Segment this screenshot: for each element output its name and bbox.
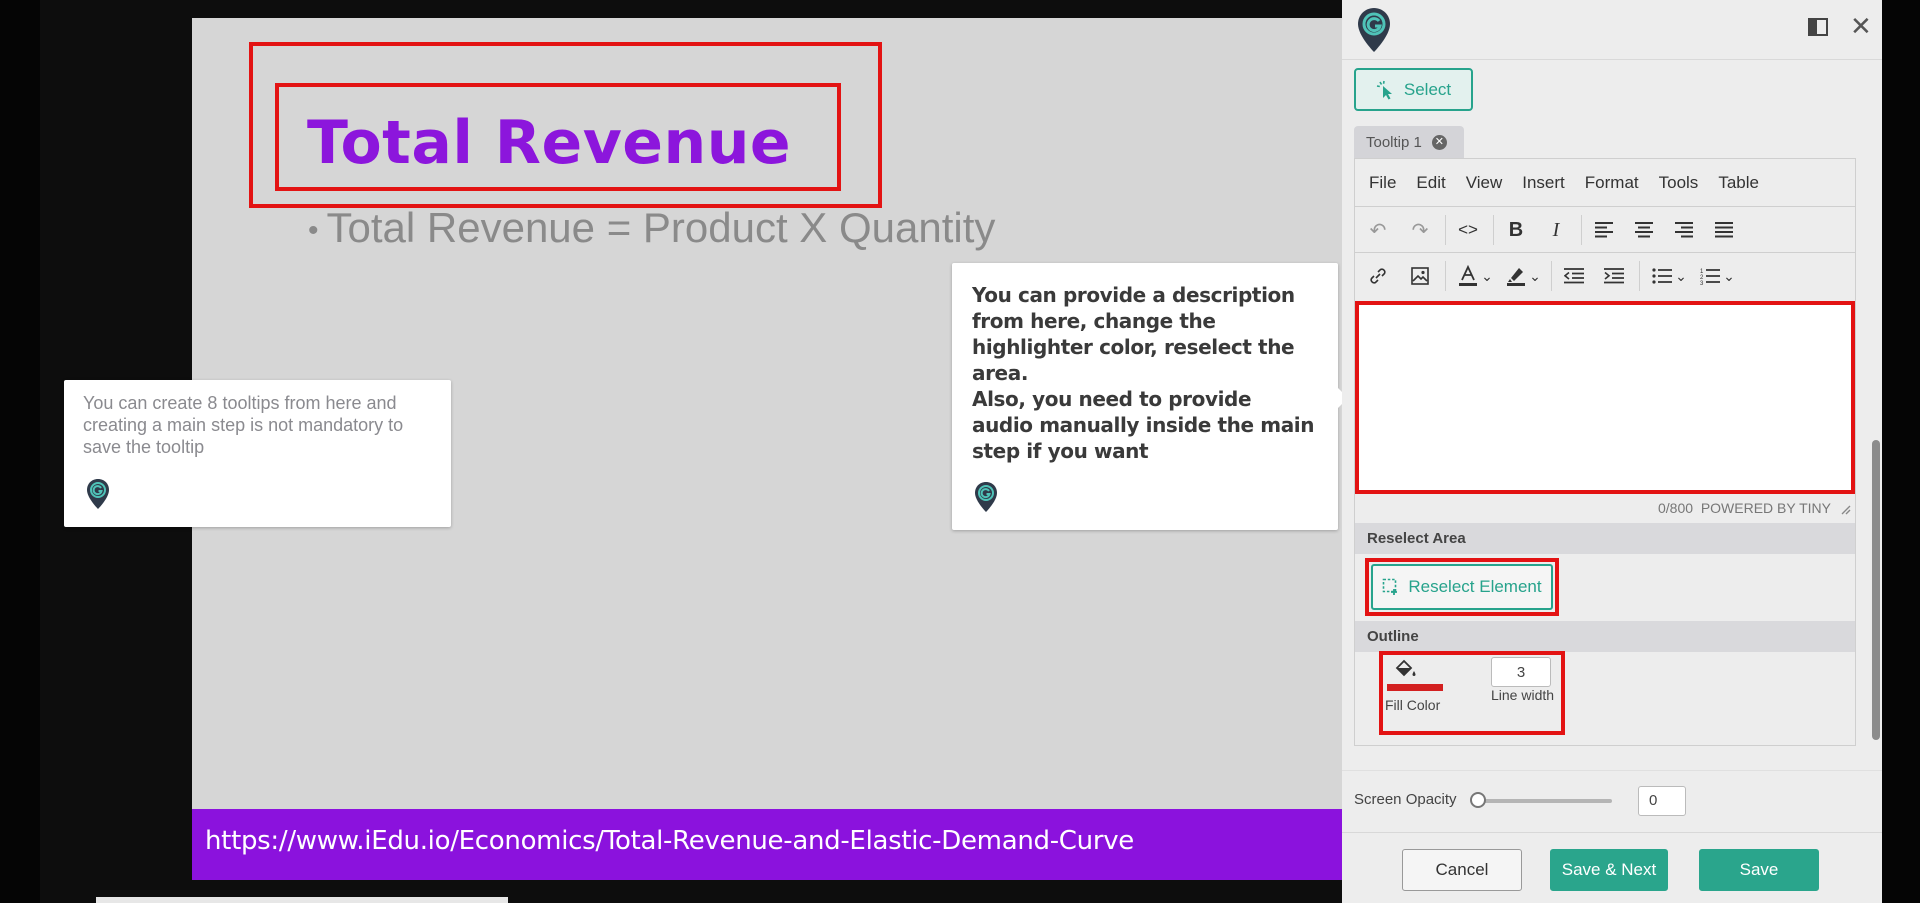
close-icon[interactable]: ✕: [1850, 13, 1872, 39]
editor-toolbar-row-2: ⌄ ⌄ ⌄ 123 ⌄: [1355, 253, 1855, 299]
align-left-icon[interactable]: [1589, 215, 1619, 245]
line-width-label: Line width: [1491, 687, 1555, 703]
italic-icon[interactable]: I: [1541, 215, 1571, 245]
map-pin-logo-icon: [1358, 8, 1390, 52]
menu-file[interactable]: File: [1369, 173, 1396, 193]
panel-header: ✕: [1342, 0, 1882, 60]
toolbar-divider: [1639, 261, 1640, 291]
toolbar-divider: [1551, 261, 1552, 291]
toolbar-divider: [1445, 215, 1446, 245]
panel-scrollbar[interactable]: [1872, 440, 1880, 740]
select-button-label: Select: [1403, 79, 1452, 99]
redo-icon[interactable]: ↷: [1405, 215, 1435, 245]
bullet-dot-icon: •: [308, 213, 319, 247]
chevron-down-icon[interactable]: ⌄: [1525, 261, 1545, 291]
powered-by-tiny[interactable]: POWERED BY TINY: [1701, 500, 1831, 516]
link-icon[interactable]: [1363, 261, 1393, 291]
right-margin: [1882, 0, 1920, 903]
reselect-area-header: Reselect Area: [1355, 523, 1855, 554]
image-icon[interactable]: [1405, 261, 1435, 291]
indent-icon[interactable]: [1599, 261, 1629, 291]
rich-text-editor: File Edit View Insert Format Tools Table…: [1354, 158, 1856, 746]
menu-table[interactable]: Table: [1718, 173, 1759, 193]
char-count: 0/800: [1657, 500, 1694, 516]
tooltip-editor-panel: ✕ Select Tooltip 1 ✕ File Edit View Inse…: [1342, 0, 1882, 903]
save-button[interactable]: Save: [1699, 849, 1819, 891]
map-pin-logo-icon: [975, 482, 997, 512]
tooltip-text: You can create 8 tooltips from here and …: [83, 393, 404, 457]
paint-bucket-icon[interactable]: [1393, 659, 1417, 681]
toolbar-divider: [1581, 215, 1582, 245]
resize-handle-icon[interactable]: [1839, 503, 1851, 515]
outline-header: Outline: [1355, 621, 1855, 652]
cancel-button[interactable]: Cancel: [1402, 849, 1522, 891]
tab-label: Tooltip 1: [1366, 133, 1422, 151]
chevron-down-icon[interactable]: ⌄: [1671, 261, 1691, 291]
fill-color-swatch[interactable]: [1387, 684, 1443, 691]
chevron-down-icon[interactable]: ⌄: [1719, 261, 1739, 291]
slide-url: https://www.iEdu.io/Economics/Total-Reve…: [205, 826, 1135, 856]
tooltip-text-1: You can provide a description from here,…: [972, 283, 1295, 385]
undo-icon[interactable]: ↶: [1363, 215, 1393, 245]
svg-text:3: 3: [1700, 281, 1704, 285]
editor-status-bar: 0/800 POWERED BY TINY: [1355, 497, 1855, 519]
panel-footer: Cancel Save & Next Save: [1342, 832, 1882, 903]
opacity-value-input[interactable]: 0: [1638, 786, 1686, 816]
fill-color-label: Fill Color: [1385, 697, 1441, 713]
menu-tools[interactable]: Tools: [1659, 173, 1699, 193]
screen-opacity-label: Screen Opacity: [1354, 791, 1457, 808]
align-right-icon[interactable]: [1669, 215, 1699, 245]
reselect-element-button[interactable]: Reselect Element: [1371, 564, 1553, 610]
description-editor-area[interactable]: [1355, 301, 1855, 494]
tooltip-card-description: You can provide a description from here,…: [952, 263, 1348, 530]
menu-format[interactable]: Format: [1585, 173, 1639, 193]
toolbar-divider: [1445, 261, 1446, 291]
slide-title: Total Revenue: [307, 108, 792, 178]
dock-panel-icon[interactable]: [1808, 18, 1828, 36]
tooltip-text-2: Also, you need to provide audio manually…: [972, 387, 1315, 463]
select-button[interactable]: Select: [1354, 68, 1473, 111]
tab-close-icon[interactable]: ✕: [1431, 134, 1447, 150]
slide-bullet: • Total Revenue = Product X Quantity: [308, 204, 995, 252]
align-center-icon[interactable]: [1629, 215, 1659, 245]
screen-opacity-row: Screen Opacity 0: [1342, 770, 1882, 830]
tab-tooltip-1[interactable]: Tooltip 1 ✕: [1354, 126, 1464, 158]
outdent-icon[interactable]: [1559, 261, 1589, 291]
save-and-next-button[interactable]: Save & Next: [1550, 849, 1668, 891]
opacity-slider-track[interactable]: [1472, 799, 1612, 803]
align-justify-icon[interactable]: [1709, 215, 1739, 245]
bold-icon[interactable]: B: [1501, 215, 1531, 245]
editor-toolbar-row-1: ↶ ↷ <> B I: [1355, 207, 1855, 253]
select-area-icon: [1383, 578, 1398, 595]
slide-bullet-text: Total Revenue = Product X Quantity: [326, 204, 996, 251]
menu-edit[interactable]: Edit: [1416, 173, 1445, 193]
editor-menu-bar: File Edit View Insert Format Tools Table: [1355, 159, 1855, 207]
bottom-progress-bar: [96, 897, 508, 903]
line-width-input[interactable]: [1491, 657, 1551, 687]
menu-view[interactable]: View: [1466, 173, 1503, 193]
cursor-click-icon: [1376, 80, 1392, 99]
toolbar-divider: [1493, 215, 1494, 245]
menu-insert[interactable]: Insert: [1522, 173, 1565, 193]
tooltip-card-create: You can create 8 tooltips from here and …: [64, 380, 451, 527]
source-code-icon[interactable]: <>: [1453, 215, 1483, 245]
map-pin-logo-icon: [87, 479, 109, 509]
reselect-button-label: Reselect Element: [1408, 577, 1542, 596]
left-margin: [0, 0, 40, 903]
chevron-down-icon[interactable]: ⌄: [1477, 261, 1497, 291]
opacity-slider-thumb[interactable]: [1470, 792, 1486, 808]
